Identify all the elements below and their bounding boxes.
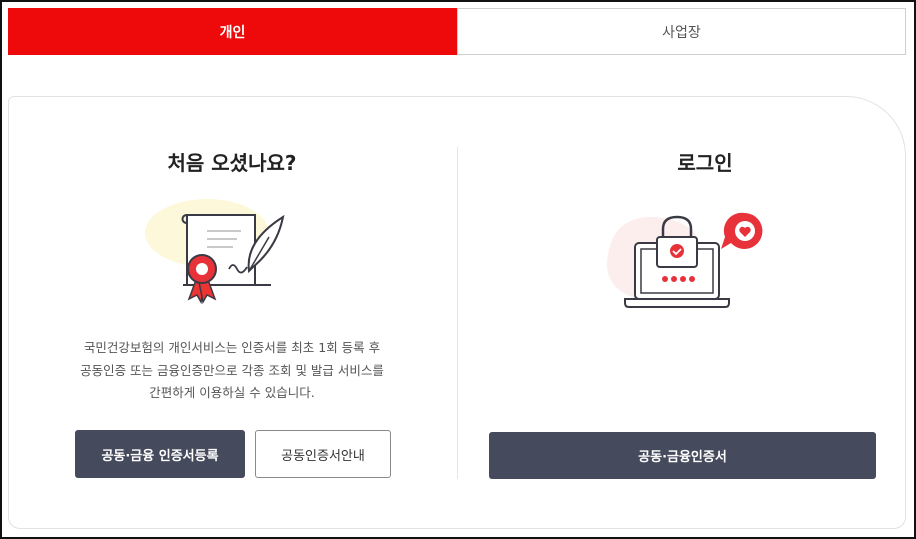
first-visit-title: 처음 오셨나요? [167, 151, 297, 175]
certificate-register-button[interactable]: 공동·금융 인증서등록 [75, 430, 245, 478]
description-line: 공동인증 또는 금융인증만으로 각종 조회 및 발급 서비스를 [80, 362, 384, 378]
service-description: 국민건강보험의 개인서비스는 인증서를 최초 1회 등록 후 공동인증 또는 금… [49, 337, 415, 405]
tab-business[interactable]: 사업장 [457, 8, 906, 55]
description-line: 간편하게 이용하실 수 있습니다. [149, 385, 315, 400]
tab-personal[interactable]: 개인 [8, 8, 457, 55]
certificate-icon [137, 193, 287, 305]
description-line: 국민건강보험의 개인서비스는 인증서를 최초 1회 등록 후 [83, 340, 381, 355]
login-card: 처음 오셨나요? 국민건강보험의 개인서비스는 인증서를 최초 1회 등록 후 [8, 96, 906, 529]
column-divider [457, 147, 458, 479]
certificate-guide-button[interactable]: 공동인증서안내 [255, 430, 391, 478]
certificate-login-button[interactable]: 공동·금융인증서 [489, 432, 876, 479]
laptop-lock-icon [595, 209, 767, 309]
login-title: 로그인 [677, 151, 733, 175]
